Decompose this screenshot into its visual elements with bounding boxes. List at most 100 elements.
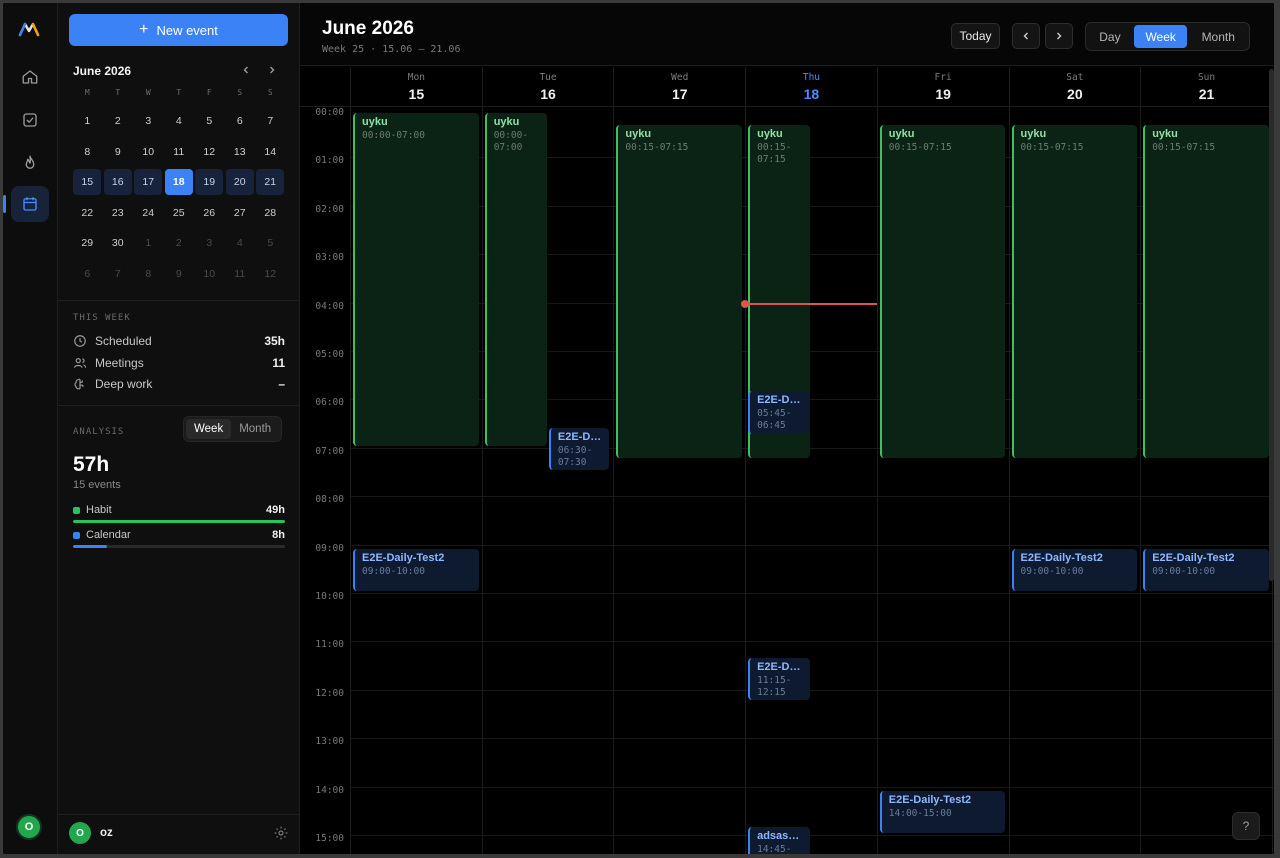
calendar-event[interactable]: E2E-Da… 11:15-12:15 <box>748 657 810 700</box>
calendar-icon <box>23 197 37 211</box>
day-header-thu[interactable]: Thu 18 <box>745 67 877 107</box>
help-button[interactable]: ? <box>1232 812 1260 840</box>
mini-calendar-day[interactable]: 15 <box>72 167 103 198</box>
day-header-tue[interactable]: Tue 16 <box>481 67 614 107</box>
day-number: 2 <box>114 115 121 128</box>
today-button[interactable]: Today <box>951 23 1000 49</box>
day-header-sun[interactable]: Sun 21 <box>1140 67 1272 107</box>
mini-calendar-day[interactable]: 12 <box>255 259 286 290</box>
mini-calendar-day[interactable]: 1 <box>133 228 164 259</box>
habit-event[interactable]: uyku 00:00-07:00 <box>353 113 479 446</box>
mini-calendar-day[interactable]: 24 <box>133 198 164 229</box>
mini-calendar-day[interactable]: 29 <box>72 228 103 259</box>
nav-habits[interactable] <box>11 145 49 181</box>
mini-calendar-day[interactable]: 6 <box>225 106 256 137</box>
mini-calendar-day[interactable]: 13 <box>225 137 256 168</box>
event-title: adsasd… <box>757 829 804 842</box>
mini-calendar-day[interactable]: 30 <box>103 228 134 259</box>
calendar-event[interactable]: E2E-Daily-Test2 09:00-10:00 <box>1011 548 1138 591</box>
mini-calendar-day[interactable]: 25 <box>164 198 195 229</box>
mini-calendar-day[interactable]: 7 <box>255 106 286 137</box>
day-number: 9 <box>114 145 121 158</box>
mini-calendar-day[interactable]: 9 <box>103 137 134 168</box>
mini-calendar-day[interactable]: 14 <box>255 137 286 168</box>
app-logo-icon[interactable] <box>17 17 41 41</box>
habit-event[interactable]: uyku 00:15-07:15 <box>616 125 743 458</box>
mini-calendar-day[interactable]: 4 <box>225 228 256 259</box>
mini-calendar-day[interactable]: 5 <box>255 228 286 259</box>
mini-calendar-week: 6 7 8 9 10 11 12 <box>72 259 286 290</box>
mini-calendar-day[interactable]: 9 <box>164 259 195 290</box>
mini-calendar-day[interactable]: 27 <box>225 198 256 229</box>
prev-week-button[interactable] <box>1012 23 1040 49</box>
day-number: 5 <box>267 237 274 250</box>
calendar-event[interactable]: adsasd…14:45-15:45 <box>748 826 810 854</box>
calendar-event[interactable]: E2E-Da… 06:30-07:30 <box>548 427 610 470</box>
next-week-button[interactable] <box>1045 23 1073 49</box>
view-month-tab[interactable]: Month <box>1189 25 1247 48</box>
mini-calendar-day[interactable]: 1 <box>72 106 103 137</box>
analysis-week-tab[interactable]: Week <box>186 419 232 439</box>
day-header-mon[interactable]: Mon 15 <box>350 67 482 107</box>
hour-label: 09:00 <box>315 542 344 554</box>
calendar-event[interactable]: E2E-Daily-Test2 14:00-15:00 <box>879 790 1006 833</box>
day-header-fri[interactable]: Fri 19 <box>876 67 1009 107</box>
hour-gridline <box>350 496 1274 498</box>
mini-calendar-day[interactable]: 11 <box>225 259 256 290</box>
user-menu[interactable]: O oz <box>69 821 289 845</box>
habit-event[interactable]: uyku 00:15-07:15 <box>879 125 1006 458</box>
mini-calendar-day[interactable]: 21 <box>255 167 286 198</box>
mini-calendar-day[interactable]: 19 <box>194 167 225 198</box>
mini-calendar-day[interactable]: 3 <box>194 228 225 259</box>
mini-calendar-day[interactable]: 2 <box>164 228 195 259</box>
stat-meetings-value: 11 <box>272 356 285 370</box>
day-number: 5 <box>206 115 213 128</box>
mini-calendar-day[interactable]: 10 <box>133 137 164 168</box>
view-week-tab[interactable]: Week <box>1133 25 1188 48</box>
day-column-divider <box>350 107 351 854</box>
mini-calendar-day[interactable]: 28 <box>255 198 286 229</box>
view-switcher: Day Week Month <box>1085 22 1250 51</box>
nav-calendar[interactable] <box>11 186 49 222</box>
calendar-event[interactable]: E2E-Daily-Test2 09:00-10:00 <box>1143 548 1269 591</box>
habit-event[interactable]: uyku 00:15-07:15 <box>1143 125 1269 458</box>
mini-calendar-day[interactable]: 5 <box>194 106 225 137</box>
scrollbar[interactable] <box>1269 69 1274 581</box>
day-number: 7 <box>114 267 121 280</box>
mini-prev-month-button[interactable] <box>233 64 259 78</box>
rail-avatar[interactable]: O <box>16 814 42 840</box>
mini-calendar-day[interactable]: 6 <box>72 259 103 290</box>
mini-calendar-day[interactable]: 26 <box>194 198 225 229</box>
day-number: 18 <box>803 86 820 102</box>
day-header-wed[interactable]: Wed 17 <box>613 67 745 107</box>
analysis-month-tab[interactable]: Month <box>231 419 279 439</box>
mini-calendar-day[interactable]: 12 <box>194 137 225 168</box>
calendar-event[interactable]: E2E-Da… 05:45-06:45 <box>748 391 810 434</box>
habit-event[interactable]: uyku 00:00-07:00 <box>484 113 547 446</box>
weekday-label: W <box>145 88 151 97</box>
mini-calendar-day[interactable]: 8 <box>133 259 164 290</box>
mini-calendar-today[interactable]: 18 <box>164 167 195 198</box>
view-day-tab[interactable]: Day <box>1088 25 1132 48</box>
mini-calendar-day[interactable]: 17 <box>133 167 164 198</box>
mini-next-month-button[interactable] <box>259 64 285 78</box>
nav-home[interactable] <box>11 59 49 95</box>
mini-calendar-day[interactable]: 10 <box>194 259 225 290</box>
mini-calendar-day[interactable]: 16 <box>103 167 134 198</box>
mini-calendar-day[interactable]: 7 <box>103 259 134 290</box>
mini-calendar-day[interactable]: 23 <box>103 198 134 229</box>
mini-calendar-day[interactable]: 3 <box>133 106 164 137</box>
gear-icon[interactable] <box>273 825 289 841</box>
day-number: 13 <box>233 145 246 158</box>
nav-tasks[interactable] <box>11 102 49 138</box>
day-header-sat[interactable]: Sat 20 <box>1008 67 1141 107</box>
mini-calendar-day[interactable]: 2 <box>103 106 134 137</box>
habit-event[interactable]: uyku 00:15-07:15 <box>1011 125 1138 458</box>
calendar-event[interactable]: E2E-Daily-Test2 09:00-10:00 <box>353 548 479 591</box>
mini-calendar-day[interactable]: 8 <box>72 137 103 168</box>
new-event-button[interactable]: + New event <box>69 14 288 46</box>
mini-calendar-day[interactable]: 4 <box>164 106 195 137</box>
mini-calendar-day[interactable]: 22 <box>72 198 103 229</box>
mini-calendar-day[interactable]: 11 <box>164 137 195 168</box>
mini-calendar-day[interactable]: 20 <box>225 167 256 198</box>
